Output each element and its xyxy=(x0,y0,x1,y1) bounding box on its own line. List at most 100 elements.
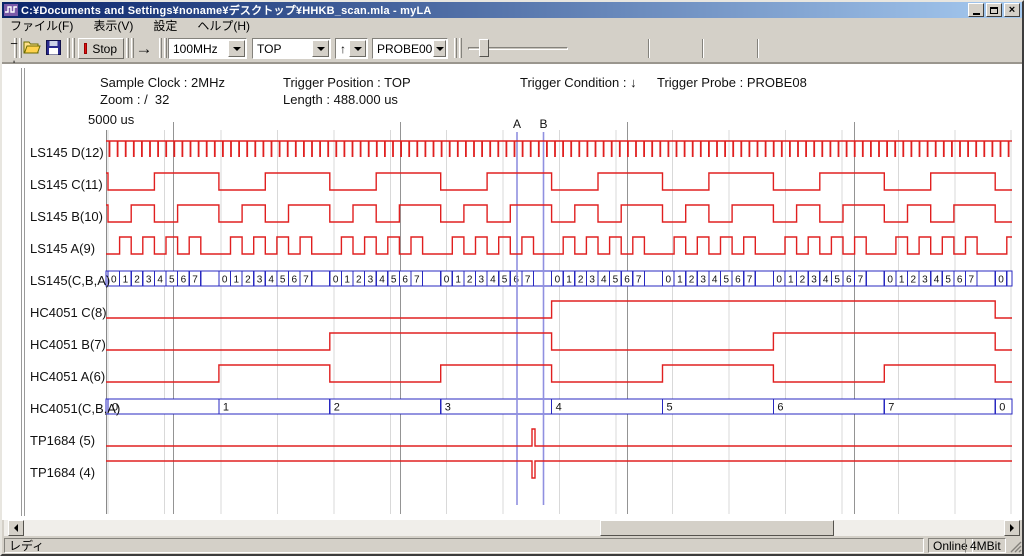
scroll-left-button[interactable] xyxy=(8,520,24,536)
bus-value: 0 xyxy=(776,275,782,286)
channel-label: LS145 A(9) xyxy=(30,241,95,256)
bus-value: 4 xyxy=(601,275,607,286)
bus-value: 7 xyxy=(192,275,198,286)
bus-value: 5 xyxy=(280,275,286,286)
bus-value: 3 xyxy=(700,275,706,286)
bus-value: 0 xyxy=(333,275,339,286)
bus-value: 2 xyxy=(356,275,362,286)
bus-value: 2 xyxy=(467,275,473,286)
bus-value: 1 xyxy=(899,275,905,286)
bus-value: 7 xyxy=(525,275,531,286)
bus-value: 6 xyxy=(402,275,408,286)
bus-value: 5 xyxy=(391,275,397,286)
wave-3 xyxy=(106,237,1012,254)
channel-label: HC4051 C(8) xyxy=(30,305,107,320)
wave-5 xyxy=(106,301,1012,318)
channel-label: LS145(C,B,A) xyxy=(30,273,110,288)
bus-value: 2 xyxy=(800,275,806,286)
wave-7 xyxy=(106,365,1012,382)
bus-value: 3 xyxy=(589,275,595,286)
wave-1 xyxy=(106,173,1012,190)
status-ready-text: レディ xyxy=(9,537,44,554)
channel-label: LS145 D(12) xyxy=(30,145,104,160)
bus-value: 3 xyxy=(811,275,817,286)
bus-value: 5 xyxy=(834,275,840,286)
channel-label: TP1684 (5) xyxy=(30,433,95,448)
bus-value: 6 xyxy=(181,275,187,286)
bus-value: 4 xyxy=(712,275,718,286)
wave-6 xyxy=(106,333,1012,350)
bus-value: 4 xyxy=(823,275,829,286)
bus-value: 6 xyxy=(957,275,963,286)
bus-value: 2 xyxy=(911,275,917,286)
bus-value: 0 xyxy=(999,402,1005,414)
status-message-pane: レディ xyxy=(4,538,924,553)
bus-value: 4 xyxy=(268,275,274,286)
bus-value: 7 xyxy=(969,275,975,286)
time-division-label: 5000 us xyxy=(88,112,135,127)
bus-value: 6 xyxy=(777,402,783,414)
waveforms xyxy=(106,141,1012,478)
bus-value: 7 xyxy=(888,402,894,414)
bus-value: 0 xyxy=(111,275,117,286)
waveform-canvas[interactable]: 0123456701234567012345670123456701234567… xyxy=(2,2,1022,554)
wave-strobe-pulses xyxy=(110,141,1009,157)
bus-value: 0 xyxy=(887,275,893,286)
wave-10 xyxy=(106,461,1012,478)
channel-label: LS145 C(11) xyxy=(30,177,103,192)
info-sample-clock: Sample Clock : 2MHz xyxy=(100,75,225,90)
status-memory-text: 4MBit xyxy=(970,539,1001,553)
bus-value: 3 xyxy=(257,275,263,286)
marker-a-label: A xyxy=(513,117,521,131)
bus-value: 7 xyxy=(636,275,642,286)
bus-value: 2 xyxy=(134,275,140,286)
channel-label: LS145 B(10) xyxy=(30,209,103,224)
bus-value: 1 xyxy=(234,275,240,286)
info-trigger-position: Trigger Position : TOP xyxy=(283,75,411,90)
bus-value: 4 xyxy=(490,275,496,286)
bus-value: 0 xyxy=(222,275,228,286)
bus-value: 3 xyxy=(922,275,928,286)
bus-value: 0 xyxy=(555,275,561,286)
wave-9 xyxy=(106,429,1012,446)
bus-value: 4 xyxy=(157,275,163,286)
bus-value: 1 xyxy=(455,275,461,286)
bus-value: 0 xyxy=(666,275,672,286)
bus-value: 7 xyxy=(747,275,753,286)
info-trigger-probe: Trigger Probe : PROBE08 xyxy=(657,75,807,90)
bus-value: 1 xyxy=(677,275,683,286)
status-online-text: Online xyxy=(933,539,968,553)
wave-2 xyxy=(106,205,1012,222)
channel-label: HC4051 A(6) xyxy=(30,369,105,384)
scroll-right-icon xyxy=(1010,524,1014,532)
scroll-left-icon xyxy=(14,524,18,532)
bus-value: 7 xyxy=(414,275,420,286)
bus-value: 5 xyxy=(502,275,508,286)
bus-value: 4 xyxy=(556,402,562,414)
info-length: Length : 488.000 us xyxy=(283,92,398,107)
info-zoom: Zoom : / 32 xyxy=(100,92,169,107)
resize-grip[interactable] xyxy=(1009,540,1022,553)
bus-value: 2 xyxy=(334,402,340,414)
bus-value: 3 xyxy=(479,275,485,286)
bus-value: 6 xyxy=(846,275,852,286)
app-window: C:¥Documents and Settings¥noname¥デスクトップ¥… xyxy=(0,0,1024,556)
bus-value: 1 xyxy=(344,275,350,286)
scroll-right-button[interactable] xyxy=(1004,520,1020,536)
status-bar: レディ Online 4MBit xyxy=(2,537,1022,554)
cursor-markers[interactable]: AB xyxy=(513,117,548,505)
channel-label: TP1684 (4) xyxy=(30,465,95,480)
bus-value: 4 xyxy=(934,275,940,286)
bus-value: 3 xyxy=(146,275,152,286)
bus-value: 5 xyxy=(169,275,175,286)
scrollbar-thumb[interactable] xyxy=(600,520,834,536)
bus-value: 1 xyxy=(566,275,572,286)
marker-b-label: B xyxy=(539,117,547,131)
bus-value: 7 xyxy=(858,275,864,286)
bus-value: 0 xyxy=(444,275,450,286)
bus-value: 6 xyxy=(624,275,630,286)
bus-value: 2 xyxy=(578,275,584,286)
bus-value: 3 xyxy=(445,402,451,414)
bus-value: 5 xyxy=(613,275,619,286)
horizontal-scrollbar[interactable] xyxy=(4,520,1020,536)
